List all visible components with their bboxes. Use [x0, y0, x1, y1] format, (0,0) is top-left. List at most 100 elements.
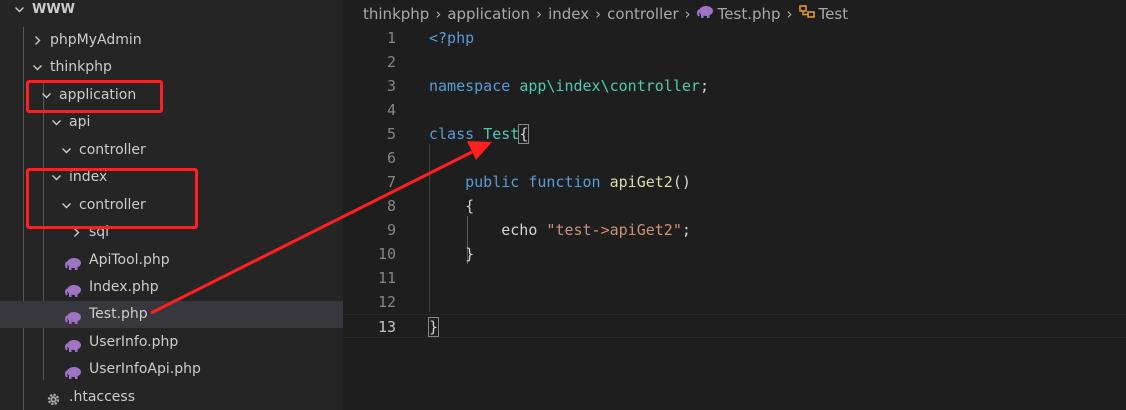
- code-text: }: [427, 315, 440, 339]
- code-token: }: [429, 245, 475, 263]
- chevron-right-icon: ›: [684, 4, 691, 23]
- code-text: class Test{: [429, 122, 530, 146]
- chevron-down-icon: [32, 62, 43, 73]
- code-text: public function apiGet2(): [429, 170, 691, 194]
- code-line[interactable]: 4: [343, 98, 1126, 122]
- line-number: 5: [386, 125, 396, 143]
- code-line[interactable]: 9 echo "test->apiGet2";: [343, 218, 1126, 242]
- chevron-down-icon: [14, 4, 25, 15]
- code-line[interactable]: 13}: [343, 314, 1126, 338]
- tree-item-api[interactable]: api: [0, 109, 343, 136]
- tree-item-label: WWW: [32, 2, 76, 17]
- gear-icon: [46, 390, 61, 406]
- line-number: 8: [386, 197, 396, 215]
- code-token: echo: [501, 221, 547, 239]
- line-number: 10: [377, 245, 396, 263]
- tree-item-label: controller: [79, 142, 146, 158]
- code-line[interactable]: 7 public function apiGet2(): [343, 170, 1126, 194]
- tree-item-index-php[interactable]: Index.php: [0, 274, 343, 301]
- tree-item-userinfo-php[interactable]: UserInfo.php: [0, 329, 343, 356]
- code-text: {: [429, 194, 474, 218]
- tree-item-htaccess[interactable]: .htaccess: [0, 384, 343, 410]
- tree-item-label: ApiTool.php: [89, 252, 170, 268]
- tree-item-api-controller[interactable]: controller: [0, 137, 343, 164]
- tree-item-label: .htaccess: [69, 389, 135, 405]
- line-number: 4: [386, 101, 396, 119]
- code-text: namespace app\index\controller;: [429, 74, 709, 98]
- chevron-down-icon: [51, 117, 62, 128]
- annotation-box-application: [26, 80, 163, 113]
- php-elephant-icon: [65, 363, 82, 379]
- code-line[interactable]: 8 {: [343, 194, 1126, 218]
- chevron-right-icon: ›: [435, 4, 442, 23]
- line-number: 11: [377, 269, 396, 287]
- tree-item-label: phpMyAdmin: [50, 32, 142, 48]
- code-token: app\index\controller: [519, 77, 700, 95]
- code-token: function: [528, 173, 610, 191]
- code-line[interactable]: 6: [343, 146, 1126, 170]
- tree-item-label: api: [69, 114, 91, 130]
- code-token: Test: [483, 125, 520, 143]
- tree-item-label: Index.php: [89, 279, 159, 295]
- breadcrumb-item[interactable]: index: [548, 1, 589, 27]
- chevron-right-icon: ›: [786, 4, 793, 23]
- line-number: 7: [386, 173, 396, 191]
- code-text: }: [429, 242, 474, 266]
- breadcrumb-item[interactable]: thinkphp: [363, 1, 429, 27]
- line-number: 2: [386, 53, 396, 71]
- annotation-box-index-controller: [26, 168, 198, 229]
- breadcrumb-item[interactable]: Test: [819, 1, 849, 27]
- line-number: 1: [386, 29, 396, 47]
- tree-item-test-php[interactable]: Test.php: [0, 301, 343, 328]
- class-symbol-icon: [798, 1, 815, 27]
- chevron-right-icon: [32, 35, 43, 46]
- code-line[interactable]: 1 <?php: [343, 26, 1126, 50]
- php-elephant-icon: [65, 308, 82, 324]
- code-line[interactable]: 11: [343, 266, 1126, 290]
- line-number: 6: [386, 149, 396, 167]
- code-line[interactable]: 10 }: [343, 242, 1126, 266]
- php-elephant-icon: [65, 336, 82, 352]
- code-text: <?php: [429, 26, 474, 50]
- tree-item-label: thinkphp: [50, 59, 112, 75]
- code-line[interactable]: 3 namespace app\index\controller;: [343, 74, 1126, 98]
- code-token: (): [672, 173, 691, 191]
- bracket-match: }: [427, 317, 440, 337]
- line-number: 13: [377, 318, 396, 336]
- code-line[interactable]: 5 class Test{: [343, 122, 1126, 146]
- code-token: {: [429, 197, 475, 215]
- php-elephant-icon: [65, 281, 82, 297]
- tree-item-userinfoapi-php[interactable]: UserInfoApi.php: [0, 356, 343, 383]
- code-line[interactable]: 2: [343, 50, 1126, 74]
- code-token: class: [429, 125, 484, 143]
- line-number: 12: [377, 293, 396, 311]
- tree-item-phpmyadmin[interactable]: phpMyAdmin: [0, 27, 343, 54]
- tree-item-label: UserInfoApi.php: [89, 361, 201, 377]
- code-line[interactable]: 12: [343, 290, 1126, 314]
- code-token: apiGet2: [609, 173, 673, 191]
- php-elephant-icon: [65, 254, 82, 270]
- code-token: public: [465, 173, 529, 191]
- vscode-window: WWW phpMyAdmin thinkphp application api …: [0, 0, 1126, 410]
- line-number: 3: [386, 77, 396, 95]
- tree-item-apitool-php[interactable]: ApiTool.php: [0, 247, 343, 274]
- breadcrumb-item[interactable]: controller: [607, 1, 679, 27]
- tree-item-www[interactable]: WWW: [0, 0, 343, 23]
- tree-item-label: Test.php: [89, 306, 148, 322]
- breadcrumb-item[interactable]: Test.php: [718, 1, 781, 27]
- code-text: echo "test->apiGet2";: [429, 218, 691, 242]
- code-token: "test->apiGet2": [546, 221, 682, 239]
- php-elephant-icon: [696, 1, 714, 27]
- code-editor[interactable]: thinkphp › application › index › controller › Te…: [343, 0, 1126, 410]
- code-token: <?php: [429, 29, 475, 47]
- chevron-right-icon: ›: [536, 4, 543, 23]
- code-token: namespace: [429, 77, 520, 95]
- tree-item-thinkphp[interactable]: thinkphp: [0, 54, 343, 81]
- breadcrumb: thinkphp › application › index › controller › Te…: [363, 0, 848, 26]
- code-token: ;: [699, 77, 709, 95]
- line-number: 9: [386, 221, 396, 239]
- tree-item-label: UserInfo.php: [89, 334, 179, 350]
- breadcrumb-item[interactable]: application: [447, 1, 530, 27]
